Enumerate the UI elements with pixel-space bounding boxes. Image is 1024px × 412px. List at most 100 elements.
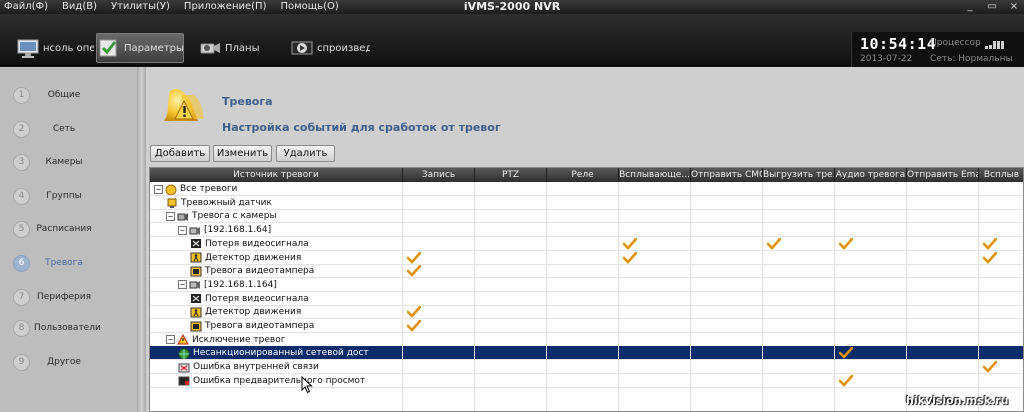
column-header[interactable]: Всплывающе... [619,168,691,182]
tree-node[interactable]: Ошибка внутренней связи [178,360,319,374]
table-row[interactable]: Тревога видеотампера [150,264,1023,279]
table-row[interactable]: − [192.168.1.64] [150,223,1023,238]
checkmark-icon[interactable] [767,237,781,250]
tree-node[interactable]: − [192.168.1.164] [178,278,277,292]
table-row[interactable]: Ошибка внутренней связи [150,360,1023,375]
tab-parameters[interactable]: Параметры [96,33,184,63]
sidebar-item-schedules[interactable]: 5 Расписания [0,216,137,242]
menu-help[interactable]: Помощь(О) [273,0,345,14]
column-header[interactable]: Аудио тревога [835,168,907,182]
menu-application[interactable]: Приложение(П) [177,0,274,14]
column-header[interactable]: Реле [547,168,619,182]
tab-playback[interactable]: спроизведени [290,33,370,63]
tree-node[interactable]: Ошибка предварительного просмот [178,374,365,388]
table-row[interactable]: Детектор движения [150,251,1023,265]
column-header[interactable]: Отправить СМС [691,168,763,182]
minimize-button[interactable]: _ [964,0,976,14]
table-row[interactable]: − Все тревоги [150,182,1023,196]
checkmark-icon[interactable] [407,251,421,264]
sidebar-item-peripherals[interactable]: 7 Периферия [0,284,137,310]
table-row[interactable]: Тревога видеотампера [150,319,1023,333]
close-button[interactable]: × [1008,0,1020,14]
checkmark-icon[interactable] [983,361,997,373]
nav-number: 5 [13,220,30,238]
camera-alarm-icon [177,212,188,221]
table-row[interactable]: − Исключение тревог [150,333,1023,347]
checkmark-icon[interactable] [407,306,421,319]
column-header[interactable]: PTZ [475,168,547,182]
tamper-icon [190,266,202,277]
checkmark-icon[interactable] [623,251,637,264]
tamper-icon [190,321,202,331]
maximize-button[interactable]: ▭ [986,0,998,14]
sidebar-item-label: Периферия [36,292,92,302]
column-header[interactable]: Запись [403,168,475,182]
collapse-toggle-icon[interactable]: − [166,335,175,345]
motion-icon [190,307,202,318]
add-button[interactable]: Добавить [150,145,210,162]
checkmark-icon[interactable] [839,237,853,250]
column-header[interactable]: Источник тревоги [150,168,403,182]
table-row[interactable]: Несанкционированный сетевой дост [150,346,1023,361]
alarm-settings-panel: Тревога Настройка событий для сработок о… [146,67,1024,412]
tree-node[interactable]: Детектор движения [190,305,301,319]
tree-node[interactable]: Тревожный датчик [166,196,272,210]
sidebar-item-label: Другое [47,357,81,367]
column-header[interactable]: Выгрузить тре... [763,168,835,182]
table-row[interactable]: Потеря видеосигнала [150,292,1023,306]
tree-node[interactable]: Потеря видеосигнала [190,237,309,251]
checkmark-icon[interactable] [407,320,421,332]
table-row[interactable]: − [192.168.1.164] [150,278,1023,292]
checkmark-icon[interactable] [407,265,421,278]
main-toolbar: нсоль операто Параметры Планы спроизведе… [0,14,1024,79]
tree-node[interactable]: − Тревога с камеры [166,209,277,223]
grid-line [834,182,835,411]
tab-plans[interactable]: Планы [198,33,272,63]
table-row[interactable]: Ошибка предварительного просмот [150,374,1023,388]
grid-line [474,182,475,411]
sidebar-item-cameras[interactable]: 3 Камеры [0,149,137,175]
collapse-toggle-icon[interactable]: − [178,225,187,235]
panel-splitter[interactable] [137,67,146,412]
edit-button[interactable]: Изменить [213,145,272,162]
table-row[interactable]: Детектор движения [150,305,1023,320]
tree-node[interactable]: Несанкционированный сетевой дост [178,346,369,360]
tree-node[interactable]: Потеря видеосигнала [190,292,309,306]
table-row[interactable]: Потеря видеосигнала [150,237,1023,251]
column-header[interactable]: Отправить Email [907,168,979,182]
checkmark-icon[interactable] [623,237,637,250]
checkmark-icon[interactable] [839,347,853,360]
tree-node[interactable]: Детектор движения [190,251,301,265]
checkmark-icon[interactable] [983,237,997,250]
sidebar-item-groups[interactable]: 4 Группы [0,183,137,209]
tree-node[interactable]: Тревога видеотампера [190,264,314,278]
sidebar-item-users[interactable]: 8 Пользователи [0,315,137,341]
tree-node[interactable]: − Исключение тревог [166,333,285,347]
tab-operator-console[interactable]: нсоль операто [16,33,94,63]
checkmark-icon[interactable] [983,251,997,264]
grid-line [618,182,619,411]
collapse-toggle-icon[interactable]: − [166,211,175,221]
app-window: iVMS-2000 NVR Файл(Ф) Вид(В) Утилиты(У) … [0,0,1024,412]
menu-file[interactable]: Файл(Ф) [0,0,55,14]
mouse-cursor-icon [301,376,313,394]
delete-button[interactable]: Удалить [276,145,335,162]
tree-node-label: Детектор движения [205,307,302,318]
sidebar-item-network[interactable]: 2 Сеть [0,116,137,142]
sidebar-item-alarm[interactable]: 6 Тревога [0,250,137,276]
menu-view[interactable]: Вид(В) [55,0,104,14]
sidebar-item-general[interactable]: 1 Общие [0,82,137,108]
menu-tools[interactable]: Утилиты(У) [104,0,177,14]
tree-node-label: Исключение тревог [192,334,286,345]
sidebar-item-other[interactable]: 9 Другое [0,349,137,375]
table-row[interactable]: Тревожный датчик [150,196,1023,210]
collapse-toggle-icon[interactable]: − [178,280,187,290]
tree-node[interactable]: Тревога видеотампера [190,319,314,333]
column-header[interactable]: Всплыв [979,168,1023,182]
collapse-toggle-icon[interactable]: − [154,184,163,194]
table-row[interactable]: − Тревога с камеры [150,209,1023,224]
checkmark-icon[interactable] [839,374,853,387]
tree-node[interactable]: − Все тревоги [154,182,237,196]
tree-node-label: Потеря видеосигнала [205,293,309,304]
tree-node[interactable]: − [192.168.1.64] [178,223,271,237]
